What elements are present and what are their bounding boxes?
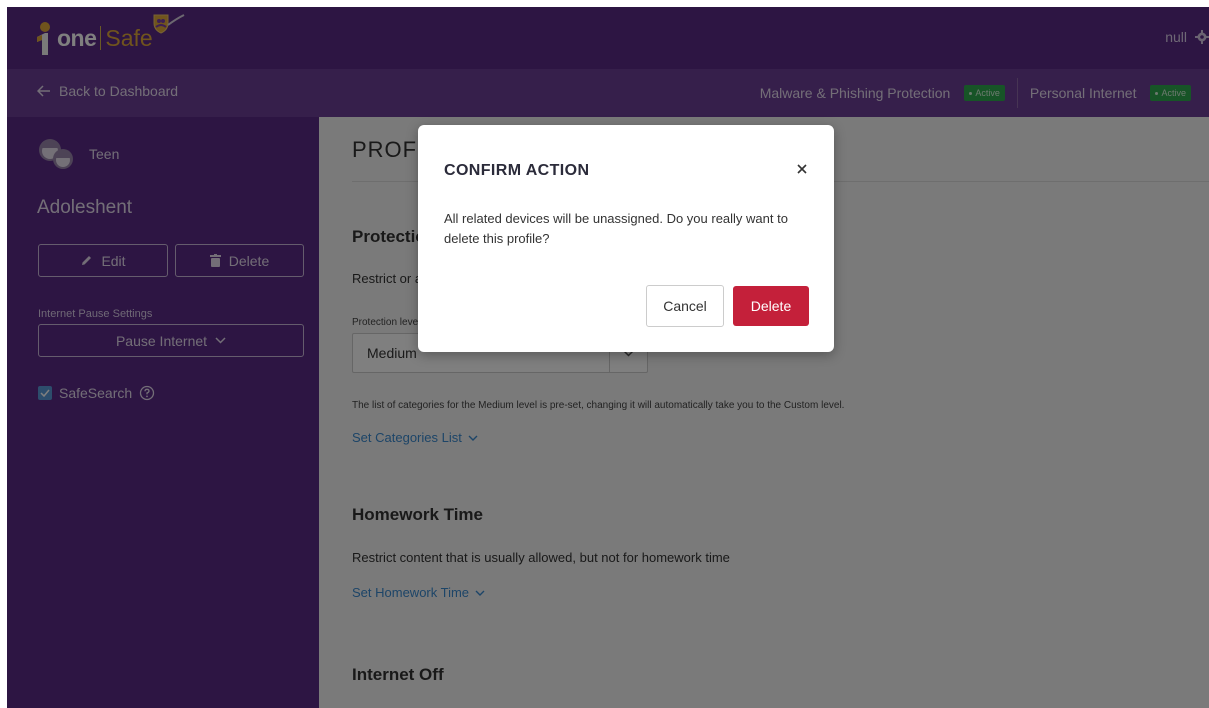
- cancel-button[interactable]: Cancel: [646, 285, 724, 327]
- close-icon[interactable]: [794, 161, 810, 177]
- modal-backdrop[interactable]: [7, 7, 1209, 708]
- confirm-delete-button[interactable]: Delete: [733, 286, 809, 326]
- app-window: one Safe null: [7, 7, 1209, 708]
- dialog-title: CONFIRM ACTION: [444, 162, 590, 179]
- confirm-action-dialog: CONFIRM ACTION All related devices will …: [418, 125, 834, 352]
- dialog-message: All related devices will be unassigned. …: [444, 211, 788, 246]
